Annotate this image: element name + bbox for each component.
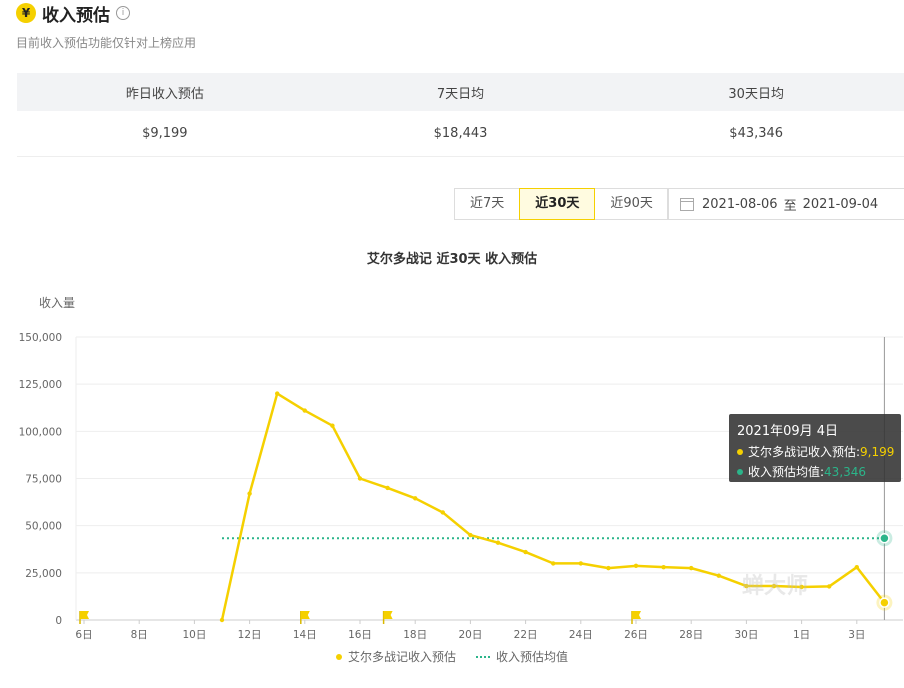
x-tick-label: 14日 bbox=[293, 629, 317, 641]
tooltip-dot-icon bbox=[737, 448, 743, 455]
x-tick-label: 6日 bbox=[75, 629, 92, 641]
flag-shape bbox=[300, 611, 310, 619]
data-point bbox=[716, 573, 721, 578]
y-tick-label: 75,000 bbox=[25, 474, 62, 486]
data-point bbox=[330, 423, 335, 428]
data-point bbox=[302, 408, 307, 413]
tooltip-date: 2021年09月 4日 bbox=[737, 424, 839, 439]
x-tick-label: 10日 bbox=[182, 629, 206, 641]
data-point bbox=[275, 391, 280, 396]
x-tick-label: 26日 bbox=[624, 629, 648, 641]
tooltip-row-revenue: 艾尔多战记收入预估: 9,199 bbox=[737, 443, 901, 460]
x-tick-label: 1日 bbox=[793, 629, 810, 641]
data-point bbox=[495, 540, 501, 545]
flag-shape bbox=[383, 611, 393, 619]
y-tick-label: 50,000 bbox=[25, 521, 62, 533]
data-point bbox=[854, 564, 859, 570]
flag-shape bbox=[632, 611, 641, 619]
tooltip-label-revenue: 艾尔多战记收入预估: bbox=[748, 445, 861, 459]
x-tick-label: 3日 bbox=[848, 629, 865, 641]
tooltip-value-revenue: 9,199 bbox=[860, 444, 895, 459]
data-point bbox=[633, 563, 639, 569]
x-tick-label: 16日 bbox=[348, 629, 372, 641]
x-tick-label: 24日 bbox=[569, 629, 593, 641]
data-point bbox=[385, 485, 390, 491]
data-point bbox=[551, 561, 556, 566]
highlight-point bbox=[879, 532, 890, 544]
tooltip-dot-icon bbox=[737, 468, 743, 475]
flag-icon bbox=[382, 611, 393, 624]
data-point bbox=[523, 549, 528, 555]
data-point bbox=[357, 476, 363, 481]
y-tick-label: 150,000 bbox=[19, 332, 62, 344]
data-point bbox=[578, 561, 583, 566]
data-point bbox=[689, 565, 694, 571]
legend-label-revenue: 艾尔多战记收入预估 bbox=[347, 650, 456, 664]
x-tick-label: 20日 bbox=[458, 629, 482, 641]
tooltip-value-average: 43,346 bbox=[824, 464, 867, 479]
x-tick-label: 28日 bbox=[679, 629, 703, 641]
watermark: 蝉大师 bbox=[742, 574, 809, 599]
x-tick-label: 30日 bbox=[734, 629, 758, 641]
legend-dash-icon bbox=[476, 655, 490, 658]
data-point bbox=[247, 491, 252, 496]
legend-label-average: 收入预估均值 bbox=[496, 650, 569, 664]
y-tick-label: 0 bbox=[55, 615, 62, 627]
tooltip-label-average: 收入预估均值: bbox=[748, 465, 825, 479]
data-point bbox=[440, 510, 445, 515]
data-point bbox=[661, 564, 666, 570]
x-tick-label: 22日 bbox=[514, 629, 538, 641]
y-tick-label: 100,000 bbox=[19, 426, 62, 438]
highlight-point bbox=[879, 597, 890, 608]
flag-shape bbox=[80, 611, 89, 619]
legend-item-average[interactable]: 收入预估均值 bbox=[476, 648, 568, 665]
y-tick-label: 125,000 bbox=[19, 379, 62, 391]
range-30day-button[interactable]: 近30天 bbox=[519, 188, 596, 220]
y-tick-label: 25,000 bbox=[25, 568, 62, 580]
data-point bbox=[606, 565, 611, 571]
tooltip-row-average: 收入预估均值: 43,346 bbox=[737, 463, 901, 480]
data-point bbox=[413, 496, 418, 501]
x-tick-label: 12日 bbox=[238, 629, 262, 641]
legend-dot-icon bbox=[335, 653, 342, 660]
x-tick-label: 18日 bbox=[403, 629, 427, 641]
chart-legend: 艾尔多战记收入预估 收入预估均值 bbox=[0, 648, 904, 665]
data-point bbox=[219, 617, 225, 623]
legend-item-revenue[interactable]: 艾尔多战记收入预估 bbox=[335, 648, 456, 665]
chart-tooltip: 2021年09月 4日 艾尔多战记收入预估: 9,199 收入预估均值: 43,… bbox=[729, 414, 901, 482]
x-tick-label: 8日 bbox=[131, 629, 148, 641]
data-point bbox=[468, 532, 473, 538]
data-point bbox=[827, 584, 832, 589]
